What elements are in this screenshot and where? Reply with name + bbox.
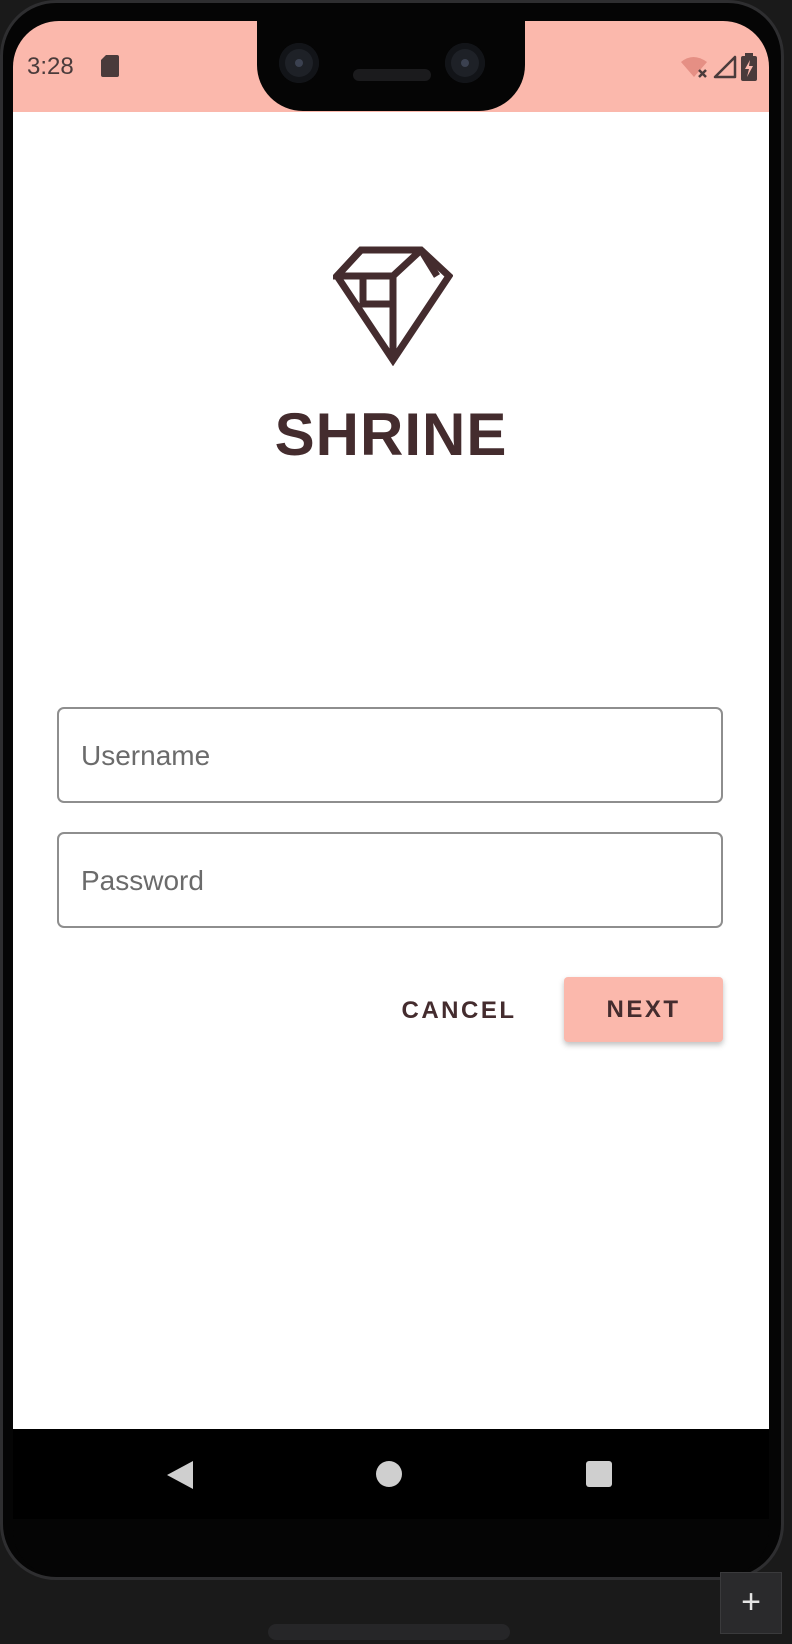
battery-charging-icon — [741, 53, 757, 81]
bottom-speaker-grille — [268, 1624, 510, 1640]
recents-icon[interactable] — [586, 1461, 612, 1487]
status-icons — [679, 53, 757, 81]
front-camera — [279, 43, 319, 83]
earpiece-speaker — [353, 69, 431, 81]
front-sensor — [445, 43, 485, 83]
camera-notch — [257, 21, 525, 111]
home-icon[interactable] — [376, 1461, 402, 1487]
diamond-icon — [333, 246, 453, 366]
sd-card-icon — [101, 55, 119, 77]
back-icon[interactable] — [165, 1459, 195, 1491]
status-time: 3:28 — [27, 53, 74, 80]
next-button[interactable]: NEXT — [564, 977, 723, 1042]
wifi-off-icon — [681, 57, 707, 78]
bottom-bezel — [13, 1519, 769, 1576]
phone-body: 3:28 SHRINE Username CANCEL NEXT — [0, 0, 784, 1580]
username-field[interactable] — [57, 707, 723, 803]
app-title: SHRINE — [274, 401, 508, 468]
status-bar: 3:28 — [13, 21, 769, 112]
emulator-plus-button[interactable]: + — [720, 1572, 782, 1634]
login-page: SHRINE CANCEL NEXT — [13, 112, 769, 1429]
password-input[interactable] — [79, 834, 703, 928]
navigation-bar — [13, 1429, 769, 1519]
password-field[interactable] — [57, 832, 723, 928]
cancel-button[interactable]: CANCEL — [393, 978, 525, 1044]
username-input[interactable] — [79, 709, 703, 803]
device-frame: 3:28 SHRINE Username CANCEL NEXT + — [0, 0, 792, 1644]
cell-signal-icon — [713, 55, 737, 79]
phone-screen: 3:28 SHRINE Username CANCEL NEXT — [13, 21, 769, 1576]
